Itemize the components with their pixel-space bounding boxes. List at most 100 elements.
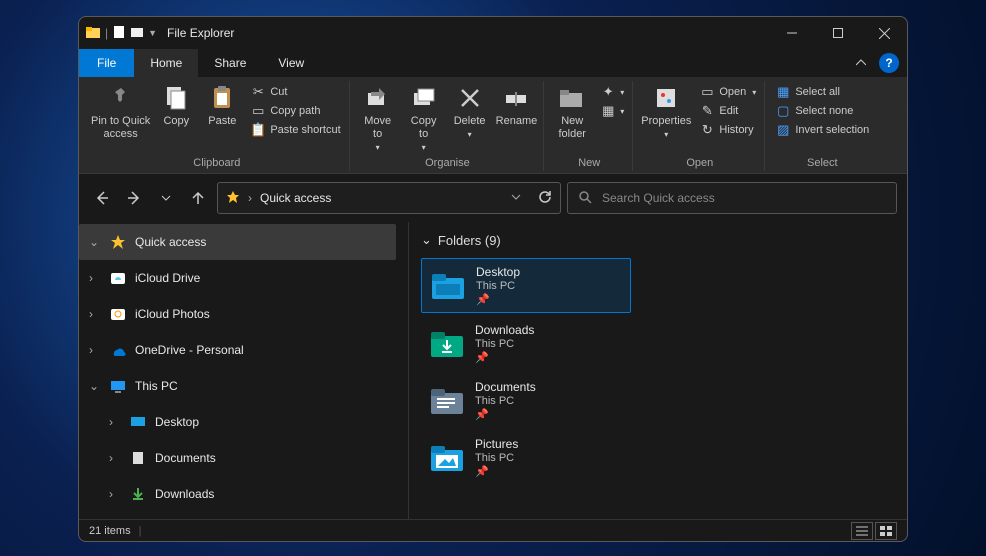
up-button[interactable] (185, 185, 211, 211)
tab-view[interactable]: View (262, 49, 320, 77)
easy-access-icon: ▦ (600, 103, 616, 119)
pin-to-quick-access-button[interactable]: Pin to Quick access (91, 81, 150, 141)
move-to-button[interactable]: Move to▾ (358, 81, 398, 153)
rename-button[interactable]: Rename (496, 81, 538, 128)
folder-small-icon[interactable] (130, 25, 144, 42)
nav-this-pc[interactable]: ⌄ This PC (79, 368, 396, 404)
downloads-icon (129, 485, 147, 503)
delete-icon (455, 83, 485, 113)
star-icon (109, 233, 127, 251)
ribbon-collapse-button[interactable] (847, 49, 875, 77)
ribbon-group-clipboard: Pin to Quick access Copy Paste ✂Cut ▭Cop… (85, 81, 350, 171)
icloud-drive-icon (109, 269, 127, 287)
cut-button[interactable]: ✂Cut (248, 83, 342, 101)
desktop-icon (129, 413, 147, 431)
tab-share[interactable]: Share (198, 49, 262, 77)
open-button[interactable]: ▭Open▾ (697, 83, 758, 101)
copy-icon (161, 83, 191, 113)
folder-item-documents[interactable]: DocumentsThis PC📌 (421, 374, 631, 427)
folder-item-desktop[interactable]: DesktopThis PC📌 (421, 258, 631, 313)
copy-to-icon (409, 83, 439, 113)
window-body: ⌄ Quick access › iCloud Drive › iCloud P… (79, 222, 907, 519)
this-pc-icon (109, 377, 127, 395)
invert-selection-icon: ▨ (775, 122, 791, 138)
properties-button[interactable]: Properties▾ (641, 81, 691, 140)
titlebar: | ▼ File Explorer (79, 17, 907, 49)
paste-shortcut-icon: 📋 (250, 122, 266, 138)
nav-icloud-drive[interactable]: › iCloud Drive (79, 260, 396, 296)
tab-file[interactable]: File (79, 49, 134, 77)
divider: | (105, 26, 108, 40)
new-folder-icon (557, 83, 587, 113)
history-button[interactable]: ↻History (697, 121, 758, 139)
pin-icon: 📌 (475, 408, 536, 421)
copy-path-icon: ▭ (250, 103, 266, 119)
new-folder-button[interactable]: New folder (552, 81, 592, 141)
minimize-button[interactable] (769, 17, 815, 49)
edit-button[interactable]: ✎Edit (697, 102, 758, 120)
chevron-right-icon: › (109, 487, 121, 501)
paste-shortcut-button[interactable]: 📋Paste shortcut (248, 121, 342, 139)
nav-documents[interactable]: › Documents (79, 440, 396, 476)
pin-icon: 📌 (475, 351, 534, 364)
crumb-quick-access[interactable]: Quick access (260, 191, 331, 205)
address-bar[interactable]: › Quick access (217, 182, 561, 214)
document-icon[interactable] (112, 25, 126, 42)
recent-locations-button[interactable] (153, 185, 179, 211)
documents-folder-icon (429, 383, 465, 419)
open-icon: ▭ (699, 84, 715, 100)
details-view-button[interactable] (851, 522, 873, 540)
copy-button[interactable]: Copy (156, 81, 196, 128)
navigation-pane: ⌄ Quick access › iCloud Drive › iCloud P… (79, 222, 409, 519)
copy-path-button[interactable]: ▭Copy path (248, 102, 342, 120)
select-none-icon: ▢ (775, 103, 791, 119)
ribbon-group-open: Properties▾ ▭Open▾ ✎Edit ↻History Open (635, 81, 765, 171)
select-all-button[interactable]: ▦Select all (773, 83, 871, 101)
copy-to-button[interactable]: Copy to▾ (404, 81, 444, 153)
maximize-button[interactable] (815, 17, 861, 49)
pin-icon: 📌 (475, 465, 518, 478)
file-explorer-window: | ▼ File Explorer File Home Share View ? (78, 16, 908, 542)
new-item-icon: ✦ (600, 84, 616, 100)
navigation-bar: › Quick access Search Quick access (79, 174, 907, 222)
nav-downloads[interactable]: › Downloads (79, 476, 396, 512)
forward-button[interactable] (121, 185, 147, 211)
window-title: File Explorer (167, 26, 769, 40)
nav-icloud-photos[interactable]: › iCloud Photos (79, 296, 396, 332)
new-item-button[interactable]: ✦▾ (598, 83, 626, 101)
refresh-button[interactable] (538, 190, 552, 207)
back-button[interactable] (89, 185, 115, 211)
chevron-right-icon: › (89, 307, 101, 321)
status-bar: 21 items | (79, 519, 907, 541)
nav-desktop[interactable]: › Desktop (79, 404, 396, 440)
invert-selection-button[interactable]: ▨Invert selection (773, 121, 871, 139)
help-button[interactable]: ? (879, 53, 899, 73)
address-dropdown[interactable] (510, 191, 522, 206)
icloud-photos-icon (109, 305, 127, 323)
paste-button[interactable]: Paste (202, 81, 242, 128)
divider: | (139, 525, 142, 537)
search-box[interactable]: Search Quick access (567, 182, 897, 214)
chevron-down-icon: ⌄ (89, 379, 101, 393)
ribbon-tabs: File Home Share View ? (79, 49, 907, 77)
folder-item-downloads[interactable]: DownloadsThis PC📌 (421, 317, 631, 370)
easy-access-button[interactable]: ▦▾ (598, 102, 626, 120)
chevron-down-icon[interactable]: ▼ (148, 28, 157, 38)
close-button[interactable] (861, 17, 907, 49)
chevron-down-icon: ⌄ (421, 232, 432, 248)
pictures-folder-icon (429, 440, 465, 476)
pin-icon (106, 83, 136, 113)
cut-icon: ✂ (250, 84, 266, 100)
nav-quick-access[interactable]: ⌄ Quick access (79, 224, 396, 260)
documents-icon (129, 449, 147, 467)
folder-item-pictures[interactable]: PicturesThis PC📌 (421, 431, 631, 484)
paste-icon (207, 83, 237, 113)
chevron-right-icon: › (89, 271, 101, 285)
tab-home[interactable]: Home (134, 49, 198, 77)
select-none-button[interactable]: ▢Select none (773, 102, 871, 120)
group-header-folders[interactable]: ⌄ Folders (9) (421, 232, 895, 248)
ribbon-group-select: ▦Select all ▢Select none ▨Invert selecti… (767, 81, 877, 171)
large-icons-view-button[interactable] (875, 522, 897, 540)
nav-onedrive[interactable]: › OneDrive - Personal (79, 332, 396, 368)
delete-button[interactable]: Delete▾ (450, 81, 490, 140)
